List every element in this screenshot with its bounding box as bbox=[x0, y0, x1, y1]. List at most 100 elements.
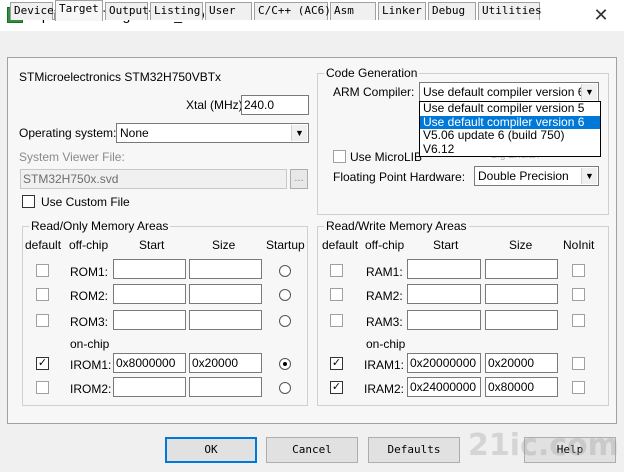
fph-label: Floating Point Hardware: bbox=[333, 170, 466, 184]
irom1-startup-radio[interactable] bbox=[279, 358, 291, 370]
irom1-size-input[interactable]: 0x20000 bbox=[189, 353, 262, 373]
ram1-size-input[interactable] bbox=[485, 259, 558, 279]
rom3-start-input[interactable] bbox=[113, 310, 186, 330]
fph-value: Double Precision bbox=[478, 169, 569, 183]
rw-header-default: default bbox=[322, 238, 359, 252]
rom3-startup-radio[interactable] bbox=[279, 315, 291, 327]
rw-header-start: Start bbox=[433, 238, 459, 252]
xtal-input[interactable]: 240.0 bbox=[241, 95, 309, 115]
ro-header-start: Start bbox=[139, 238, 165, 252]
irom2-size-input[interactable] bbox=[189, 377, 262, 397]
chevron-down-icon: ▼ bbox=[581, 84, 597, 100]
rom2-start-input[interactable] bbox=[113, 284, 186, 304]
ram2-size-input[interactable] bbox=[485, 284, 558, 304]
rom1-label: ROM1: bbox=[70, 265, 109, 279]
os-value: None bbox=[120, 126, 149, 140]
compiler-option[interactable]: Use default compiler version 5 bbox=[420, 102, 600, 116]
ro-header-offchip: off-chip bbox=[69, 238, 109, 252]
irom2-startup-radio[interactable] bbox=[279, 382, 291, 394]
ro-header-default: default bbox=[25, 238, 62, 252]
ok-button[interactable]: OK bbox=[165, 437, 257, 463]
read-write-title: Read/Write Memory Areas bbox=[324, 219, 469, 233]
irom2-default-checkbox[interactable] bbox=[36, 381, 49, 394]
tab-linker[interactable]: Linker bbox=[378, 2, 426, 20]
iram2-noinit-checkbox[interactable] bbox=[572, 381, 585, 394]
ro-header-size: Size bbox=[212, 238, 236, 252]
iram1-start-input[interactable]: 0x20000000 bbox=[407, 353, 481, 373]
rw-onchip-label: on-chip bbox=[366, 337, 406, 351]
ro-header-startup: Startup bbox=[266, 238, 305, 252]
rom2-size-input[interactable] bbox=[189, 284, 262, 304]
iram1-default-checkbox[interactable]: ✓ bbox=[330, 357, 343, 370]
compiler-option-selected[interactable]: Use default compiler version 6 bbox=[420, 115, 600, 129]
ram2-default-checkbox[interactable] bbox=[330, 288, 343, 301]
irom2-start-input[interactable] bbox=[113, 377, 186, 397]
rom3-default-checkbox[interactable] bbox=[36, 314, 49, 327]
arm-compiler-value: Use default compiler version 6 bbox=[423, 85, 585, 99]
arm-compiler-select[interactable]: Use default compiler version 6 ▼ bbox=[419, 82, 599, 102]
fph-select[interactable]: Double Precision ▼ bbox=[474, 166, 599, 186]
svd-input[interactable]: STM32H750x.svd bbox=[20, 169, 287, 189]
ram2-noinit-checkbox[interactable] bbox=[572, 288, 585, 301]
iram2-start-input[interactable]: 0x24000000 bbox=[407, 377, 481, 397]
irom1-start-input[interactable]: 0x8000000 bbox=[113, 353, 186, 373]
os-label: Operating system: bbox=[19, 126, 117, 140]
ram1-default-checkbox[interactable] bbox=[330, 264, 343, 277]
device-name: STMicroelectronics STM32H750VBTx bbox=[19, 70, 222, 84]
iram1-label: IRAM1: bbox=[364, 358, 405, 372]
iram2-size-input[interactable]: 0x80000 bbox=[485, 377, 558, 397]
rom3-size-input[interactable] bbox=[189, 310, 262, 330]
microlib-label: Use MicroLIB bbox=[350, 150, 423, 164]
irom1-label: IROM1: bbox=[70, 358, 112, 372]
tab-asm[interactable]: Asm bbox=[330, 2, 376, 20]
ram1-noinit-checkbox[interactable] bbox=[572, 264, 585, 277]
custom-file-checkbox[interactable] bbox=[22, 195, 35, 208]
iram2-default-checkbox[interactable]: ✓ bbox=[330, 381, 343, 394]
svd-browse-button[interactable]: ... bbox=[290, 169, 308, 189]
tab-utilities[interactable]: Utilities bbox=[478, 2, 542, 20]
arm-compiler-label: ARM Compiler: bbox=[333, 85, 415, 99]
iram1-noinit-checkbox[interactable] bbox=[572, 357, 585, 370]
tab-output[interactable]: Output bbox=[105, 2, 149, 20]
xtal-label: Xtal (MHz): bbox=[186, 98, 246, 112]
compiler-option[interactable]: V5.06 update 6 (build 750) bbox=[420, 129, 600, 143]
iram1-size-input[interactable]: 0x20000 bbox=[485, 353, 558, 373]
options-dialog: V Options for Target 'TFT_MONITER' ✕ Dev… bbox=[0, 0, 624, 472]
watermark: 21ic.com bbox=[468, 428, 619, 463]
tab-debug[interactable]: Debug bbox=[428, 2, 476, 20]
close-icon[interactable]: ✕ bbox=[578, 0, 624, 31]
ram3-start-input[interactable] bbox=[407, 310, 481, 330]
microlib-checkbox[interactable] bbox=[333, 150, 346, 163]
rom2-startup-radio[interactable] bbox=[279, 289, 291, 301]
ram2-label: RAM2: bbox=[366, 289, 403, 303]
rom1-size-input[interactable] bbox=[189, 259, 262, 279]
chevron-down-icon: ▼ bbox=[291, 125, 307, 141]
svd-label: System Viewer File: bbox=[19, 150, 125, 164]
irom1-default-checkbox[interactable]: ✓ bbox=[36, 357, 49, 370]
ram3-size-input[interactable] bbox=[485, 310, 558, 330]
os-select[interactable]: None ▼ bbox=[116, 123, 309, 143]
code-generation-title: Code Generation bbox=[324, 66, 420, 80]
ram2-start-input[interactable] bbox=[407, 284, 481, 304]
rw-header-offchip: off-chip bbox=[365, 238, 405, 252]
ram3-default-checkbox[interactable] bbox=[330, 314, 343, 327]
tab-device[interactable]: Device bbox=[10, 2, 54, 20]
rom1-start-input[interactable] bbox=[113, 259, 186, 279]
defaults-button[interactable]: Defaults bbox=[368, 437, 460, 463]
cancel-button[interactable]: Cancel bbox=[266, 437, 358, 463]
tab-user[interactable]: User bbox=[205, 2, 252, 20]
rom3-label: ROM3: bbox=[70, 315, 109, 329]
ro-onchip-label: on-chip bbox=[70, 337, 110, 351]
tab-c-cpp[interactable]: C/C++ (AC6) bbox=[254, 2, 331, 20]
custom-file-label: Use Custom File bbox=[41, 195, 130, 209]
ram3-noinit-checkbox[interactable] bbox=[572, 314, 585, 327]
iram2-label: IRAM2: bbox=[364, 382, 405, 396]
rom1-startup-radio[interactable] bbox=[279, 265, 291, 277]
tab-target[interactable]: Target bbox=[55, 0, 103, 21]
ram1-label: RAM1: bbox=[366, 265, 403, 279]
rom2-default-checkbox[interactable] bbox=[36, 288, 49, 301]
rom1-default-checkbox[interactable] bbox=[36, 264, 49, 277]
compiler-option[interactable]: V6.12 bbox=[420, 142, 600, 157]
ram1-start-input[interactable] bbox=[407, 259, 481, 279]
tab-listing[interactable]: Listing bbox=[150, 2, 203, 20]
